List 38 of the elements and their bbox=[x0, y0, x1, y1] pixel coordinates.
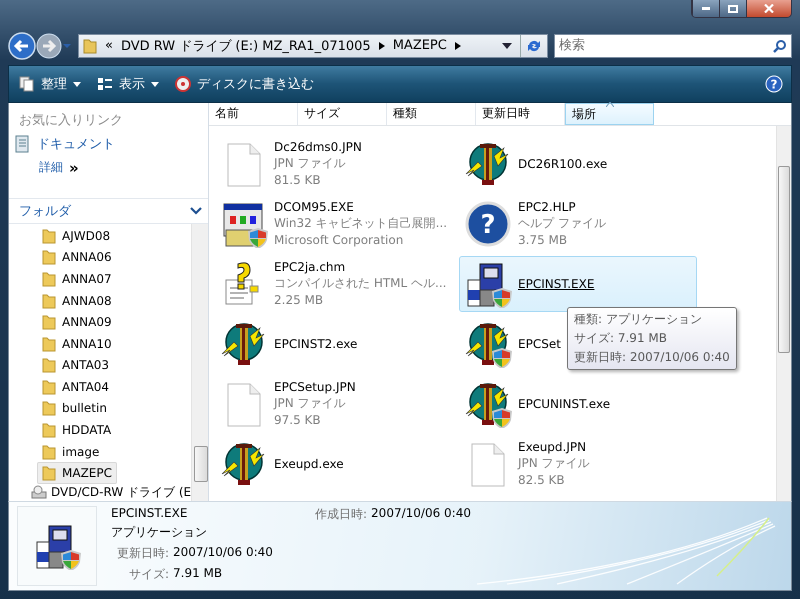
file-detail: Win32 キャビネット自己展開... bbox=[274, 215, 448, 232]
file-detail: 97.5 KB bbox=[274, 413, 322, 428]
property-value: 2007/10/06 0:40 bbox=[371, 506, 471, 522]
help-file-icon: ? bbox=[464, 200, 512, 248]
file-name: Dc26dms0.JPN bbox=[274, 140, 362, 154]
file-type: アプリケーション bbox=[111, 524, 208, 541]
property-label: サイズ: bbox=[128, 566, 169, 583]
tooltip-line: 種類: アプリケーション bbox=[574, 310, 703, 328]
file-name: EPCINST.EXE bbox=[111, 506, 188, 520]
file-name: EPCSetup.JPN bbox=[274, 380, 356, 394]
file-name: EPCSet bbox=[518, 336, 561, 351]
file-detail: JPN ファイル bbox=[518, 455, 590, 472]
file-name: EPC2ja.chm bbox=[274, 260, 346, 274]
file-name: Exeupd.JPN bbox=[518, 440, 588, 454]
tooltip-line: 更新日時: 2007/10/06 0:40 bbox=[574, 348, 730, 366]
file-name: Exeupd.exe bbox=[274, 456, 344, 471]
file-detail: 82.5 KB bbox=[518, 473, 566, 488]
folders-title: フォルダ bbox=[19, 202, 71, 220]
file-detail: JPN ファイル bbox=[274, 155, 347, 172]
file-detail: コンパイルされた HTML ヘル... bbox=[274, 275, 446, 292]
property-label: 更新日時: bbox=[116, 544, 169, 562]
file-name: DC26R100.exe bbox=[518, 156, 608, 171]
file-name: EPCINST.EXE bbox=[518, 276, 594, 291]
file-detail: 2.25 MB bbox=[274, 293, 324, 308]
file-detail: 81.5 KB bbox=[274, 173, 322, 188]
file-name: DCOM95.EXE bbox=[274, 200, 355, 214]
property-value: 7.91 MB bbox=[173, 566, 222, 582]
file-name: EPCUNINST.exe bbox=[518, 396, 610, 411]
tooltip-line: サイズ: 7.91 MB bbox=[574, 330, 668, 347]
property-label: 作成日時: bbox=[315, 506, 368, 523]
file-detail: Microsoft Corporation bbox=[274, 233, 404, 248]
file-detail: 3.75 MB bbox=[518, 233, 568, 248]
file-detail: ヘルプ ファイル bbox=[518, 215, 606, 232]
favorites-heading: お気に入りリンク bbox=[18, 112, 124, 129]
property-value: 2007/10/06 0:40 bbox=[173, 544, 273, 561]
file-name: EPC2.HLP bbox=[518, 200, 577, 214]
file-detail: JPN ファイル bbox=[274, 395, 347, 412]
file-name: EPCINST2.exe bbox=[274, 336, 358, 351]
